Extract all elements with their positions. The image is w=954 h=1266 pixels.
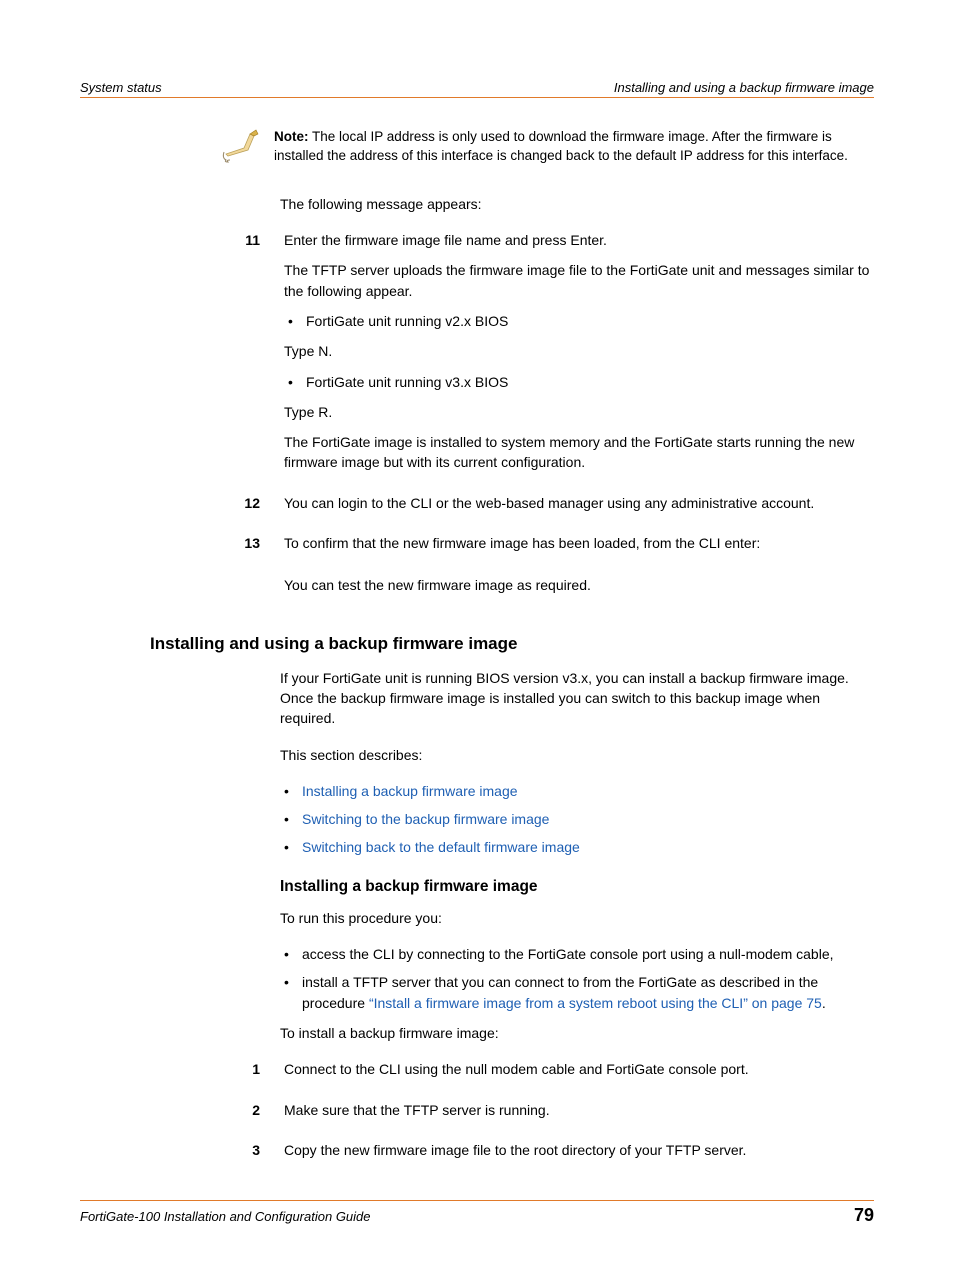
link-switching-back[interactable]: Switching back to the default firmware i… — [302, 839, 580, 855]
step-body: Enter the firmware image file name and p… — [284, 230, 874, 483]
header-rule — [80, 97, 874, 98]
step-b2-text: Make sure that the TFTP server is runnin… — [284, 1100, 874, 1120]
running-header: System status Installing and using a bac… — [80, 80, 874, 97]
list-item: Switching back to the default firmware i… — [280, 837, 874, 857]
step-number: 1 — [200, 1059, 284, 1089]
bios-list-1: FortiGate unit running v2.x BIOS — [284, 311, 874, 331]
link-switching[interactable]: Switching to the backup firmware image — [302, 811, 549, 827]
link-installing[interactable]: Installing a backup firmware image — [302, 783, 518, 799]
running-footer: FortiGate-100 Installation and Configura… — [80, 1205, 874, 1226]
step-b1-text: Connect to the CLI using the null modem … — [284, 1059, 874, 1079]
step-b3: 3 Copy the new firmware image file to th… — [80, 1140, 874, 1170]
step-body: Copy the new firmware image file to the … — [284, 1140, 874, 1170]
header-right: Installing and using a backup firmware i… — [614, 80, 874, 95]
note-icon — [220, 128, 260, 164]
step-12: 12 You can login to the CLI or the web-b… — [80, 493, 874, 523]
step-b3-text: Copy the new firmware image file to the … — [284, 1140, 874, 1160]
body-column: The following message appears: — [280, 194, 874, 214]
prereq-tftp: install a TFTP server that you can conne… — [280, 972, 874, 1013]
step-body: You can login to the CLI or the web-base… — [284, 493, 874, 523]
type-r: Type R. — [284, 402, 874, 422]
step12-p1: You can login to the CLI or the web-base… — [284, 493, 874, 513]
link-install-reboot[interactable]: “Install a firmware image from a system … — [369, 995, 822, 1011]
step11-p1: Enter the firmware image file name and p… — [284, 230, 874, 250]
step-number: 11 — [200, 230, 284, 483]
note-text: Note: The local IP address is only used … — [274, 128, 874, 166]
step-number: 3 — [200, 1140, 284, 1170]
type-n: Type N. — [284, 341, 874, 361]
step13-p1: To confirm that the new firmware image h… — [284, 533, 874, 553]
step-number: 2 — [200, 1100, 284, 1130]
step11-p3: The FortiGate image is installed to syst… — [284, 432, 874, 473]
list-item: Installing a backup firmware image — [280, 781, 874, 801]
intro-para: The following message appears: — [280, 194, 874, 214]
step-body: Make sure that the TFTP server is runnin… — [284, 1100, 874, 1130]
step-number: 13 — [200, 533, 284, 606]
subsection-heading: Installing a backup firmware image — [280, 878, 874, 896]
footer-title: FortiGate-100 Installation and Configura… — [80, 1209, 371, 1224]
bios-v2: FortiGate unit running v2.x BIOS — [284, 311, 874, 331]
step-13: 13 To confirm that the new firmware imag… — [80, 533, 874, 606]
step-b1: 1 Connect to the CLI using the null mode… — [80, 1059, 874, 1089]
bios-v3: FortiGate unit running v3.x BIOS — [284, 372, 874, 392]
footer-rule — [80, 1200, 874, 1201]
sectionB-p2: To install a backup firmware image: — [280, 1023, 874, 1043]
sectionA-p1: If your FortiGate unit is running BIOS v… — [280, 668, 874, 729]
header-left: System status — [80, 80, 162, 95]
sectionB-p1: To run this procedure you: — [280, 908, 874, 928]
prereq-tftp-b: . — [822, 995, 826, 1011]
step-11: 11 Enter the firmware image file name an… — [80, 230, 874, 483]
prereq-cli: access the CLI by connecting to the Fort… — [280, 944, 874, 964]
procedure-prereqs: access the CLI by connecting to the Fort… — [280, 944, 874, 1013]
sectionA-p2: This section describes: — [280, 745, 874, 765]
step-b2: 2 Make sure that the TFTP server is runn… — [80, 1100, 874, 1130]
note-label: Note: — [274, 129, 309, 144]
bios-list-2: FortiGate unit running v3.x BIOS — [284, 372, 874, 392]
step-body: To confirm that the new firmware image h… — [284, 533, 874, 606]
list-item: Switching to the backup firmware image — [280, 809, 874, 829]
step-number: 12 — [200, 493, 284, 523]
step13-p2: You can test the new firmware image as r… — [284, 575, 874, 595]
step11-p2: The TFTP server uploads the firmware ima… — [284, 260, 874, 301]
page-number: 79 — [854, 1205, 874, 1226]
page: System status Installing and using a bac… — [0, 0, 954, 1266]
step-body: Connect to the CLI using the null modem … — [284, 1059, 874, 1089]
section-heading-backup: Installing and using a backup firmware i… — [150, 634, 874, 654]
section-links: Installing a backup firmware image Switc… — [280, 781, 874, 858]
note-block: Note: The local IP address is only used … — [220, 128, 874, 166]
sectionA-body: If your FortiGate unit is running BIOS v… — [280, 668, 874, 1044]
note-body: The local IP address is only used to dow… — [274, 129, 848, 163]
